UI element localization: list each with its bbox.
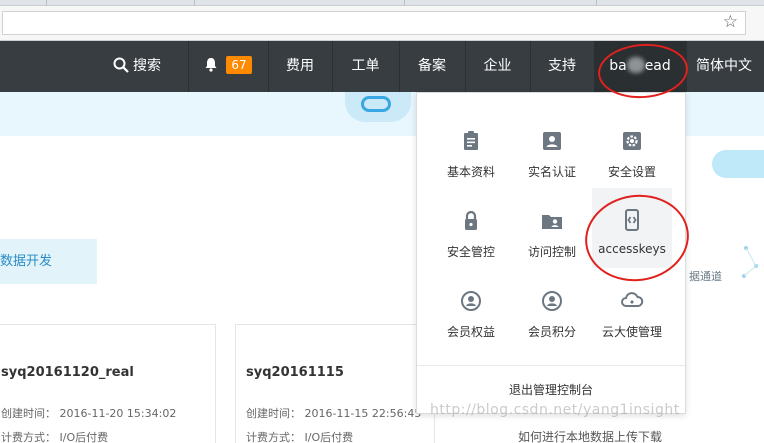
bell-icon bbox=[205, 58, 217, 72]
menu-item-member-points[interactable]: 会员积分 bbox=[512, 275, 592, 349]
browser-address-bar: ☆ bbox=[0, 6, 764, 41]
menu-item-label: 安全设置 bbox=[607, 165, 656, 179]
clipboard-icon bbox=[464, 131, 478, 150]
menu-item-label: 访问控制 bbox=[527, 245, 576, 259]
data-channel-label: 据通道 bbox=[689, 270, 722, 283]
project-created-time: 创建时间： 2016-11-15 22:56:45 bbox=[246, 407, 422, 420]
menu-item-label: 安全管控 bbox=[446, 245, 495, 259]
points-icon bbox=[542, 291, 562, 311]
watermark: http://blog.csdn.net/yang1insight bbox=[430, 402, 680, 418]
folder-user-icon bbox=[542, 215, 562, 229]
menu-item-security-settings[interactable]: 安全设置 bbox=[592, 115, 672, 189]
help-link-upload[interactable]: 如何进行本地数据上传下载 bbox=[518, 428, 662, 443]
member-icon bbox=[461, 291, 481, 311]
menu-item-label: 会员权益 bbox=[446, 325, 495, 339]
nav-beian[interactable]: 备案 bbox=[399, 41, 465, 92]
cloud-icon bbox=[621, 292, 644, 307]
nav-fee[interactable]: 费用 bbox=[268, 41, 332, 92]
id-card-icon bbox=[543, 132, 561, 150]
nav-support[interactable]: 支持 bbox=[530, 41, 594, 92]
nav-ticket[interactable]: 工单 bbox=[332, 41, 399, 92]
project-title[interactable]: syq20161115 bbox=[246, 365, 344, 380]
data-dev-tab[interactable]: 数据开发 bbox=[0, 239, 97, 284]
menu-item-label: 会员积分 bbox=[527, 325, 576, 339]
search-button[interactable]: 搜索 bbox=[104, 41, 170, 92]
menu-divider bbox=[417, 365, 685, 366]
project-billing: 计费方式： I/O后付费 bbox=[1, 431, 109, 443]
menu-item-member-benefits[interactable]: 会员权益 bbox=[431, 275, 511, 349]
network-decoration-icon bbox=[742, 246, 758, 278]
menu-item-label: 云大使管理 bbox=[601, 325, 662, 339]
menu-item-basic-info[interactable]: 基本资料 bbox=[431, 115, 511, 189]
menu-item-access-control[interactable]: 访问控制 bbox=[512, 195, 592, 269]
gear-icon bbox=[623, 132, 641, 150]
menu-item-label: 基本资料 bbox=[446, 165, 495, 179]
project-created-time: 创建时间： 2016-11-20 15:34:02 bbox=[1, 407, 177, 420]
project-title[interactable]: syq20161120_real bbox=[1, 365, 134, 380]
menu-item-label: 实名认证 bbox=[527, 165, 576, 179]
language-selector[interactable]: 简体中文 bbox=[696, 41, 764, 92]
logout-button[interactable]: 退出管理控制台 bbox=[417, 375, 685, 405]
project-billing: 计费方式： I/O后付费 bbox=[246, 431, 354, 443]
menu-item-real-name[interactable]: 实名认证 bbox=[512, 115, 592, 189]
cloud-decoration-icon bbox=[712, 150, 764, 178]
nav-enterprise[interactable]: 企业 bbox=[465, 41, 530, 92]
url-input[interactable] bbox=[2, 11, 746, 35]
menu-item-security-control[interactable]: 安全管控 bbox=[431, 195, 511, 269]
cloud-illustration-icon bbox=[345, 92, 411, 122]
bookmark-star-icon[interactable]: ☆ bbox=[723, 10, 738, 34]
menu-item-cloud-ambassador[interactable]: 云大使管理 bbox=[592, 275, 672, 349]
notification-button[interactable]: 67 bbox=[188, 41, 268, 92]
project-card[interactable]: syq20161120_real 创建时间： 2016-11-20 15:34:… bbox=[0, 324, 216, 443]
search-icon bbox=[113, 57, 129, 73]
notification-count-badge: 67 bbox=[226, 56, 252, 74]
lock-icon bbox=[465, 210, 477, 230]
search-label: 搜索 bbox=[133, 58, 161, 74]
project-card[interactable]: syq20161115 创建时间： 2016-11-15 22:56:45 计费… bbox=[235, 324, 435, 443]
